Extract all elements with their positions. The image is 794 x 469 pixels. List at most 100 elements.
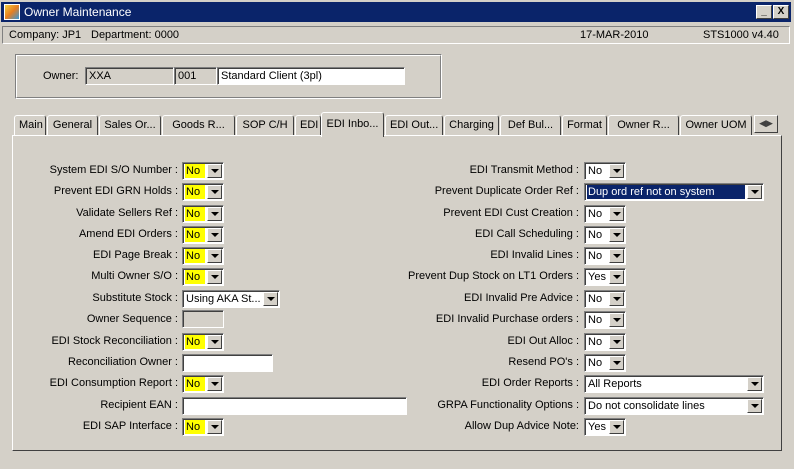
edi-stock-reconciliation-select[interactable]: No <box>182 333 224 351</box>
allow-dup-advice-note-label: Allow Dup Advice Note: <box>464 420 579 432</box>
grpa-functionality-options-select[interactable]: Do not consolidate lines <box>584 397 764 415</box>
dropdown-arrow-icon[interactable] <box>207 228 222 242</box>
tab-owner-uom[interactable]: Owner UOM <box>680 115 752 136</box>
tab-strip: Main General Sales Or... Goods R... SOP … <box>12 112 782 137</box>
reconciliation-owner-label: Reconciliation Owner : <box>67 356 178 368</box>
owner-sequence-label: Owner Sequence : <box>86 313 178 325</box>
info-bar: Company: JP1 Department: 0000 17-MAR-201… <box>2 26 790 44</box>
tab-general[interactable]: General <box>47 115 98 136</box>
tab-edi-outbound[interactable]: EDI Out... <box>385 115 443 136</box>
owner-group: Owner: XXA 001 Standard Client (3pl) <box>15 54 442 99</box>
substitute-stock-select[interactable]: Using AKA St... <box>182 290 280 308</box>
prevent-edi-grn-holds-label: Prevent EDI GRN Holds : <box>53 185 178 197</box>
tab-default-bulk[interactable]: Def Bul... <box>500 115 561 136</box>
dropdown-arrow-icon[interactable] <box>207 335 222 349</box>
validate-sellers-ref-label: Validate Sellers Ref : <box>76 207 178 219</box>
tab-sop-ch[interactable]: SOP C/H <box>236 115 294 136</box>
edi-page-break-label: EDI Page Break : <box>93 249 178 261</box>
tab-format[interactable]: Format <box>562 115 607 136</box>
prevent-dup-stock-lt1-select[interactable]: Yes <box>584 268 626 286</box>
prevent-edi-cust-creation-select[interactable]: No <box>584 205 626 223</box>
edi-inbound-panel: System EDI S/O Number : No Prevent EDI G… <box>12 135 782 451</box>
dropdown-arrow-icon[interactable] <box>609 356 624 370</box>
tab-scroll-arrows-icon[interactable]: ◀▶ <box>754 115 778 133</box>
amend-edi-orders-label: Amend EDI Orders : <box>78 228 178 240</box>
edi-invalid-purchase-orders-select[interactable]: No <box>584 311 626 329</box>
department-info: Department: 0000 <box>91 29 180 41</box>
minimize-button[interactable]: _ <box>756 5 772 19</box>
owner-maintenance-window: Owner Maintenance _ X Company: JP1 Depar… <box>0 0 794 469</box>
dropdown-arrow-icon[interactable] <box>207 164 222 178</box>
dropdown-arrow-icon[interactable] <box>207 249 222 263</box>
edi-transmit-method-select[interactable]: No <box>584 162 626 180</box>
resend-pos-label: Resend PO's : <box>508 356 579 368</box>
owner-number-field[interactable]: 001 <box>174 67 217 85</box>
dropdown-arrow-icon[interactable] <box>207 270 222 284</box>
edi-transmit-method-label: EDI Transmit Method : <box>469 164 579 176</box>
system-edi-so-number-label: System EDI S/O Number : <box>49 164 178 176</box>
dropdown-arrow-icon[interactable] <box>207 207 222 221</box>
edi-invalid-purchase-orders-label: EDI Invalid Purchase orders : <box>435 313 579 325</box>
dropdown-arrow-icon[interactable] <box>609 249 624 263</box>
edi-out-alloc-select[interactable]: No <box>584 333 626 351</box>
tab-edi[interactable]: EDI <box>295 115 321 136</box>
edi-sap-interface-select[interactable]: No <box>182 418 224 436</box>
multi-owner-so-label: Multi Owner S/O : <box>91 270 178 282</box>
dropdown-arrow-icon[interactable] <box>747 399 762 413</box>
app-icon <box>4 4 20 20</box>
dropdown-arrow-icon[interactable] <box>207 377 222 391</box>
dropdown-arrow-icon[interactable] <box>609 207 624 221</box>
dropdown-arrow-icon[interactable] <box>207 185 222 199</box>
dropdown-arrow-icon[interactable] <box>609 292 624 306</box>
tab-goods-received[interactable]: Goods R... <box>162 115 235 136</box>
substitute-stock-label: Substitute Stock : <box>92 292 178 304</box>
dropdown-arrow-icon[interactable] <box>747 185 762 199</box>
close-button[interactable]: X <box>773 5 789 19</box>
dropdown-arrow-icon[interactable] <box>747 377 762 391</box>
multi-owner-so-select[interactable]: No <box>182 268 224 286</box>
company-info: Company: JP1 <box>9 29 82 41</box>
dropdown-arrow-icon[interactable] <box>609 164 624 178</box>
prevent-edi-grn-holds-select[interactable]: No <box>182 183 224 201</box>
date-info: 17-MAR-2010 <box>580 29 649 41</box>
dropdown-arrow-icon[interactable] <box>609 420 624 434</box>
prevent-duplicate-order-ref-label: Prevent Duplicate Order Ref : <box>434 185 579 197</box>
owner-code-field[interactable]: XXA <box>85 67 174 85</box>
edi-out-alloc-label: EDI Out Alloc : <box>507 335 579 347</box>
tab-main[interactable]: Main <box>14 115 46 136</box>
owner-sequence-field[interactable] <box>182 310 224 328</box>
grpa-functionality-options-label: GRPA Functionality Options : <box>437 399 579 411</box>
edi-invalid-lines-label: EDI Invalid Lines : <box>490 249 579 261</box>
tab-edi-inbound[interactable]: EDI Inbo... <box>321 112 384 137</box>
dropdown-arrow-icon[interactable] <box>609 270 624 284</box>
edi-sap-interface-label: EDI SAP Interface : <box>82 420 178 432</box>
system-edi-so-number-select[interactable]: No <box>182 162 224 180</box>
allow-dup-advice-note-select[interactable]: Yes <box>584 418 626 436</box>
reconciliation-owner-field[interactable] <box>182 354 273 372</box>
tab-sales-orders[interactable]: Sales Or... <box>99 115 161 136</box>
edi-page-break-select[interactable]: No <box>182 247 224 265</box>
edi-order-reports-select[interactable]: All Reports <box>584 375 764 393</box>
edi-call-scheduling-select[interactable]: No <box>584 226 626 244</box>
dropdown-arrow-icon[interactable] <box>609 228 624 242</box>
edi-consumption-report-select[interactable]: No <box>182 375 224 393</box>
edi-invalid-pre-advice-label: EDI Invalid Pre Advice : <box>464 292 579 304</box>
dropdown-arrow-icon[interactable] <box>207 420 222 434</box>
edi-invalid-pre-advice-select[interactable]: No <box>584 290 626 308</box>
dropdown-arrow-icon[interactable] <box>609 335 624 349</box>
amend-edi-orders-select[interactable]: No <box>182 226 224 244</box>
prevent-edi-cust-creation-label: Prevent EDI Cust Creation : <box>443 207 579 219</box>
resend-pos-select[interactable]: No <box>584 354 626 372</box>
owner-label: Owner: <box>43 70 79 82</box>
recipient-ean-field[interactable] <box>182 397 407 415</box>
tab-charging[interactable]: Charging <box>444 115 499 136</box>
edi-invalid-lines-select[interactable]: No <box>584 247 626 265</box>
tab-owner-r[interactable]: Owner R... <box>608 115 679 136</box>
prevent-duplicate-order-ref-select[interactable]: Dup ord ref not on system <box>584 183 764 201</box>
window-title: Owner Maintenance <box>24 5 132 19</box>
owner-name-field[interactable]: Standard Client (3pl) <box>217 67 405 85</box>
title-bar[interactable]: Owner Maintenance _ X <box>1 2 791 22</box>
validate-sellers-ref-select[interactable]: No <box>182 205 224 223</box>
dropdown-arrow-icon[interactable] <box>609 313 624 327</box>
dropdown-arrow-icon[interactable] <box>263 292 278 306</box>
